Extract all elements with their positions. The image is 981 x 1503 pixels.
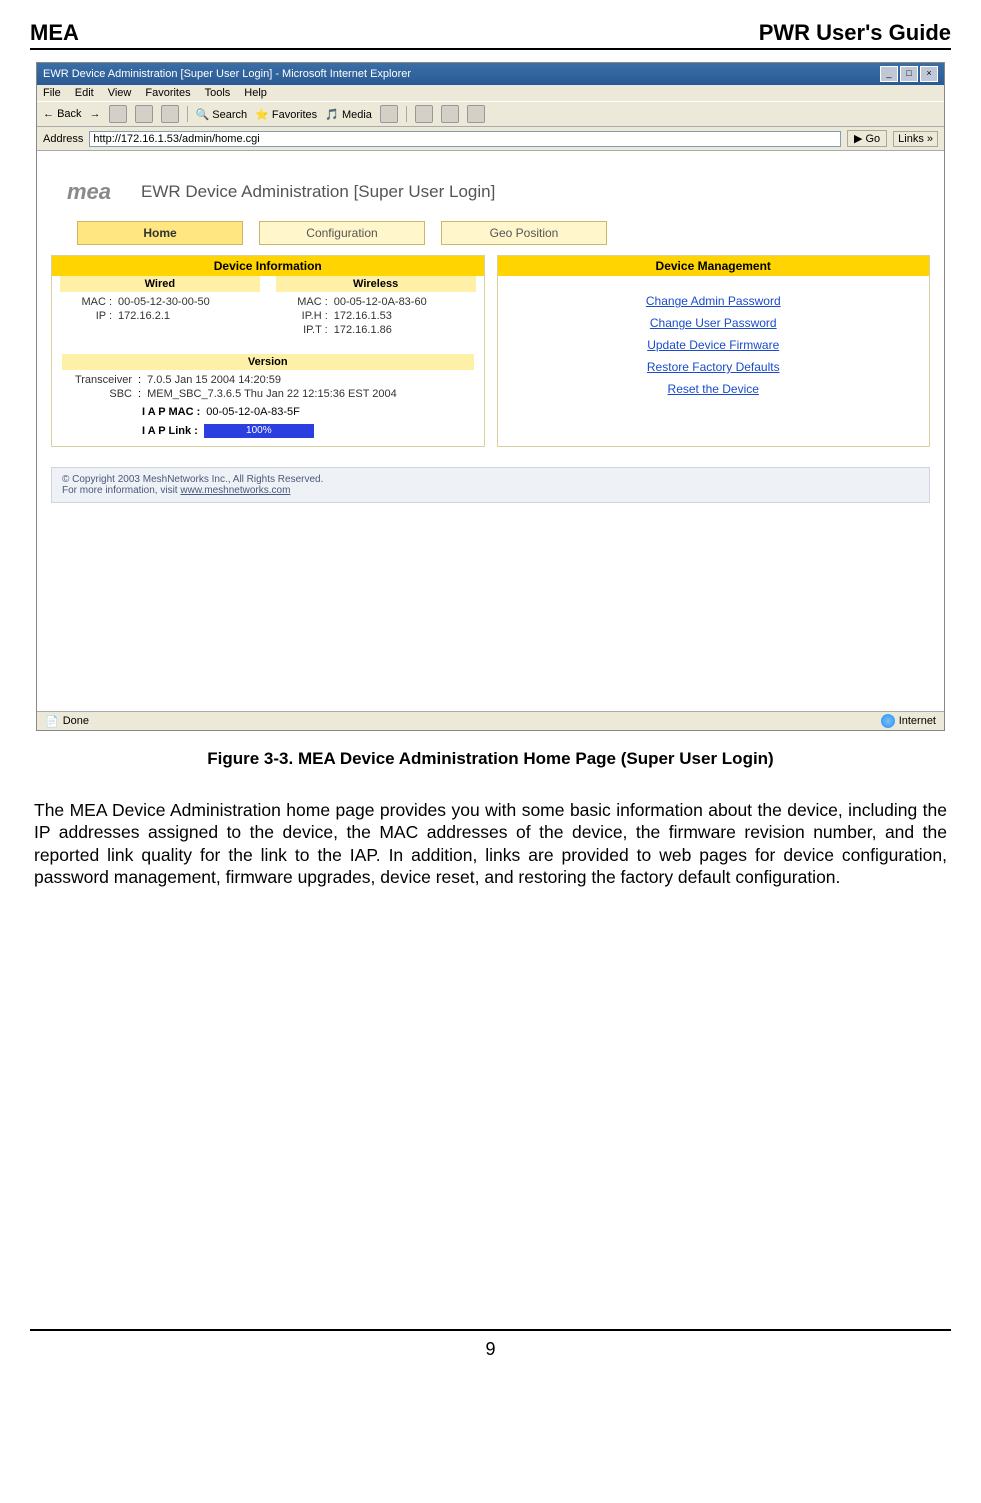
link-change-admin-password[interactable]: Change Admin Password [498,294,930,308]
back-button[interactable]: ← Back [43,108,82,120]
iap-mac-value: 00-05-12-0A-83-5F [206,406,300,418]
wired-ip-label: IP : [60,310,112,322]
links-dropdown[interactable]: Links » [893,131,938,147]
figure-caption: Figure 3-3. MEA Device Administration Ho… [30,749,951,769]
refresh-icon[interactable] [135,105,153,123]
wireless-mac-value: 00-05-12-0A-83-60 [334,296,427,308]
iap-mac-label: I A P MAC : [142,406,200,418]
window-title: EWR Device Administration [Super User Lo… [43,68,411,80]
toolbar: ← Back → 🔍 Search ⭐ Favorites 🎵 Media [37,101,944,127]
menu-favorites[interactable]: Favorites [145,87,190,99]
edit-icon[interactable] [467,105,485,123]
device-info-header: Device Information [52,256,484,276]
iap-mac-row: I A P MAC : 00-05-12-0A-83-5F [142,406,474,418]
menu-view[interactable]: View [108,87,132,99]
menu-file[interactable]: File [43,87,61,99]
minimize-button[interactable]: _ [880,66,898,82]
address-input[interactable] [89,131,841,147]
status-done-icon: 📄 [45,715,59,728]
menubar: File Edit View Favorites Tools Help [37,85,944,101]
favorites-button[interactable]: ⭐ Favorites [255,108,317,121]
panels-row: Device Information Wired MAC : 00-05-12-3… [37,255,944,463]
page-banner: mea EWR Device Administration [Super Use… [37,151,944,221]
tab-configuration[interactable]: Configuration [259,221,425,245]
transceiver-label: Transceiver [62,374,132,386]
link-update-device-firmware[interactable]: Update Device Firmware [498,338,930,352]
address-label: Address [43,133,83,145]
iap-link-bar: 100% [204,424,314,438]
close-button[interactable]: × [920,66,938,82]
go-button[interactable]: ▶ Go [847,130,887,147]
sbc-value: MEM_SBC_7.3.6.5 Thu Jan 22 12:15:36 EST … [147,388,397,400]
home-icon[interactable] [161,105,179,123]
header-left: MEA [30,20,79,46]
copyright-line2-prefix: For more information, visit [62,485,180,496]
wired-header: Wired [60,276,260,292]
print-icon[interactable] [441,105,459,123]
wireless-iph-label: IP.H : [276,310,328,322]
screenshot-browser-window: EWR Device Administration [Super User Lo… [36,62,945,731]
device-information-panel: Device Information Wired MAC : 00-05-12-3… [51,255,485,447]
status-left: Done [63,715,89,727]
page-number: 9 [485,1339,495,1359]
wired-column: Wired MAC : 00-05-12-30-00-50 IP : 172.16.… [52,276,268,344]
wireless-mac-label: MAC : [276,296,328,308]
device-mgmt-header: Device Management [498,256,930,276]
copyright-link[interactable]: www.meshnetworks.com [180,485,290,496]
tab-home[interactable]: Home [77,221,243,245]
sbc-label: SBC [62,388,132,400]
tab-geo-position[interactable]: Geo Position [441,221,607,245]
menu-edit[interactable]: Edit [75,87,94,99]
browser-content: mea EWR Device Administration [Super Use… [37,151,944,711]
copyright-block: © Copyright 2003 MeshNetworks Inc., All … [51,467,930,503]
header-right: PWR User's Guide [759,20,951,46]
maximize-button[interactable]: □ [900,66,918,82]
version-header: Version [62,354,474,370]
doc-header: MEA PWR User's Guide [30,20,951,50]
history-icon[interactable] [380,105,398,123]
wireless-column: Wireless MAC : 00-05-12-0A-83-60 IP.H : 17… [268,276,484,344]
tab-row: Home Configuration Geo Position [37,221,944,255]
iap-link-row: I A P Link : 100% [142,424,474,438]
internet-zone-icon [881,714,895,728]
device-management-panel: Device Management Change Admin Password … [497,255,931,447]
media-button[interactable]: 🎵 Media [325,108,372,121]
status-right: Internet [899,715,936,727]
forward-button[interactable]: → [90,108,101,120]
menu-help[interactable]: Help [244,87,267,99]
link-reset-the-device[interactable]: Reset the Device [498,382,930,396]
link-change-user-password[interactable]: Change User Password [498,316,930,330]
page-footer: 9 [30,1329,951,1360]
iap-link-label: I A P Link : [142,425,198,437]
wireless-iph-value: 172.16.1.53 [334,310,392,322]
wired-mac-value: 00-05-12-30-00-50 [118,296,210,308]
wired-mac-label: MAC : [60,296,112,308]
body-paragraph: The MEA Device Administration home page … [34,799,947,889]
menu-tools[interactable]: Tools [205,87,231,99]
wireless-ipt-value: 172.16.1.86 [334,324,392,336]
wireless-ipt-label: IP.T : [276,324,328,336]
window-control-buttons: _ □ × [880,66,938,82]
version-block: Version Transceiver:7.0.5 Jan 15 2004 14… [52,344,484,438]
page-title: EWR Device Administration [Super User Lo… [141,182,495,202]
mgmt-links: Change Admin Password Change User Passwo… [498,276,930,414]
status-bar: 📄 Done Internet [37,711,944,730]
mail-icon[interactable] [415,105,433,123]
stop-icon[interactable] [109,105,127,123]
mea-logo: mea [57,169,121,215]
transceiver-value: 7.0.5 Jan 15 2004 14:20:59 [147,374,281,386]
wireless-header: Wireless [276,276,476,292]
link-restore-factory-defaults[interactable]: Restore Factory Defaults [498,360,930,374]
search-button[interactable]: 🔍 Search [196,108,248,121]
window-titlebar: EWR Device Administration [Super User Lo… [37,63,944,85]
wired-ip-value: 172.16.2.1 [118,310,170,322]
copyright-line1: © Copyright 2003 MeshNetworks Inc., All … [62,474,919,485]
address-bar: Address ▶ Go Links » [37,127,944,151]
